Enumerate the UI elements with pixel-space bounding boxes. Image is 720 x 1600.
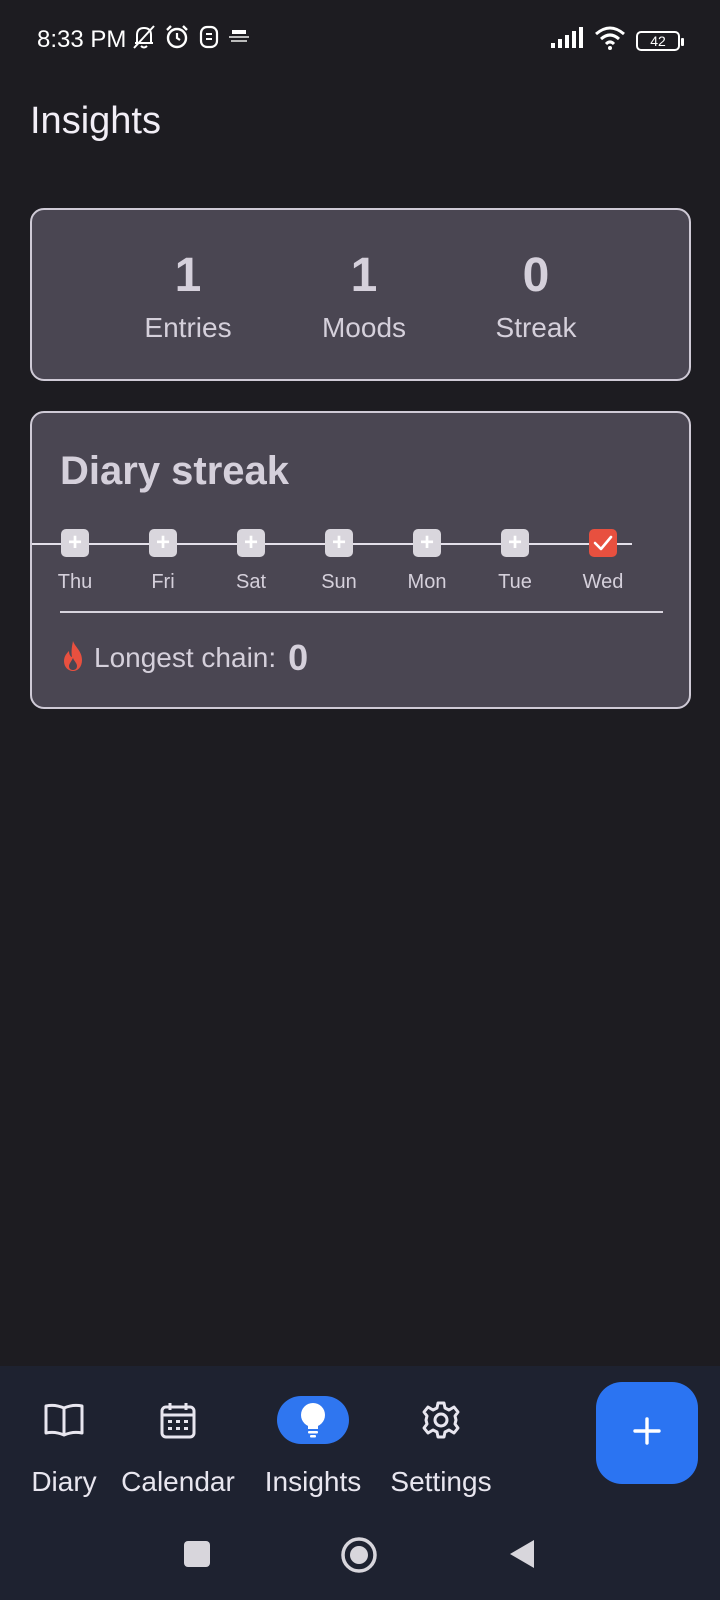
lightbulb-icon[interactable] [277,1396,349,1444]
nav-label-settings: Settings [390,1466,492,1497]
streak-day-mon[interactable]: + Mon [392,529,462,594]
alarm-icon [164,24,190,55]
nav-label-calendar: Calendar [121,1466,235,1497]
nav-item-diary[interactable]: Diary [28,1396,100,1498]
stat-streak: 0 Streak [456,246,616,344]
signal-icon [550,27,584,54]
app-notification-icon [198,25,220,54]
stat-moods-value: 1 [350,249,378,302]
stat-moods-label: Moods [321,312,407,343]
stat-entries: 1 Entries [108,246,268,344]
day-label: Tue [498,571,532,593]
streak-day-sun[interactable]: + Sun [304,529,374,594]
streak-title: Diary streak [60,449,290,493]
day-label: Fri [151,571,175,593]
streak-day-wed[interactable]: Wed [568,529,638,594]
stat-moods: 1 Moods [284,246,444,344]
stat-entries-value: 1 [174,249,202,302]
add-entry-button[interactable] [596,1382,698,1484]
nav-label-diary: Diary [31,1466,97,1497]
longest-chain: Longest chain: 0 [60,637,308,679]
streak-day-sat[interactable]: + Sat [216,529,286,594]
system-navigation-bar [0,1520,720,1590]
day-add-icon[interactable]: + [501,529,529,557]
recents-icon[interactable] [183,1540,211,1573]
day-label: Mon [407,571,447,593]
stats-card: 1 Entries 1 Moods 0 Streak [30,208,691,381]
flame-icon [60,640,86,677]
day-add-icon[interactable]: + [325,529,353,557]
day-check-icon[interactable] [589,529,617,557]
status-time: 8:33 PM [37,26,127,53]
bell-off-icon [132,24,156,55]
day-add-icon[interactable]: + [61,529,89,557]
page-title: Insights [30,100,161,142]
wifi-icon [594,26,626,55]
back-icon[interactable] [508,1538,536,1575]
streak-day-thu[interactable]: + Thu [40,529,110,594]
longest-chain-label: Longest chain: [94,642,277,673]
stat-streak-label: Streak [495,312,577,343]
nav-item-settings[interactable]: Settings [385,1396,497,1498]
day-label: Sun [321,571,357,593]
divider [60,611,663,613]
plus-icon [632,1416,662,1451]
stat-entries-label: Entries [144,312,232,343]
calendar-icon[interactable] [142,1396,214,1444]
gear-icon[interactable] [405,1396,477,1444]
day-add-icon[interactable]: + [237,529,265,557]
day-add-icon[interactable]: + [413,529,441,557]
longest-chain-value: 0 [288,637,309,678]
stat-streak-value: 0 [522,249,550,302]
status-bar: 8:33 PM 42 [0,0,720,78]
nav-item-calendar[interactable]: Calendar [118,1396,238,1498]
diary-streak-card: Diary streak + Thu + Fri + Sat + Sun + M… [30,411,691,709]
nav-item-insights[interactable]: Insights [257,1396,369,1498]
day-label: Wed [582,571,624,593]
streak-day-tue[interactable]: + Tue [480,529,550,594]
learning-app-icon [228,29,250,50]
day-label: Thu [57,571,93,593]
battery-icon: 42 [636,30,684,51]
book-icon[interactable] [28,1396,100,1444]
streak-day-fri[interactable]: + Fri [128,529,198,594]
day-add-icon[interactable]: + [149,529,177,557]
day-label: Sat [235,571,267,593]
home-icon[interactable] [340,1536,378,1579]
nav-label-insights: Insights [264,1466,362,1497]
